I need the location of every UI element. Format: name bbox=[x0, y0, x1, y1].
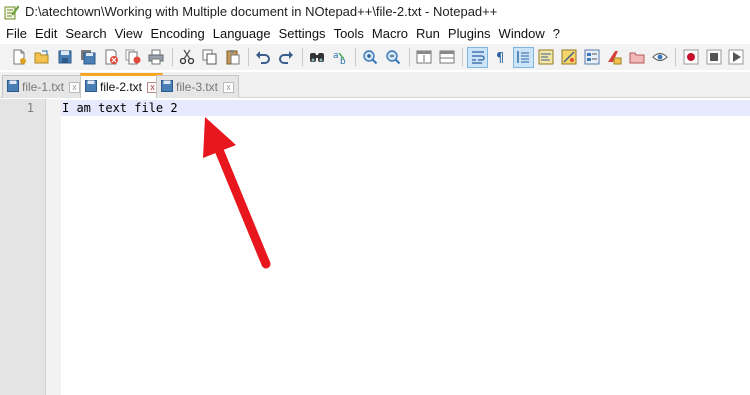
close-icon[interactable] bbox=[101, 48, 120, 67]
function-list-icon[interactable] bbox=[582, 48, 601, 67]
redo-icon[interactable] bbox=[277, 48, 296, 67]
window-title: D:\atechtown\Working with Multiple docum… bbox=[25, 4, 498, 19]
tab-label: file-3.txt bbox=[176, 80, 219, 94]
toolbar-separator bbox=[301, 48, 303, 66]
toolbar-separator bbox=[171, 48, 173, 66]
svg-text:a: a bbox=[333, 51, 339, 61]
menu-run[interactable]: Run bbox=[414, 26, 446, 41]
menu-search[interactable]: Search bbox=[63, 26, 112, 41]
menu-view[interactable]: View bbox=[113, 26, 149, 41]
toolbar: ab ¶ bbox=[0, 44, 750, 70]
menu-bar: File Edit Search View Encoding Language … bbox=[0, 23, 750, 44]
editor-text-line[interactable]: I am text file 2 bbox=[62, 101, 178, 115]
menu-encoding[interactable]: Encoding bbox=[149, 26, 211, 41]
tab-label: file-2.txt bbox=[100, 80, 143, 94]
tab-file-2[interactable]: file-2.txt x bbox=[80, 73, 164, 98]
eye-icon[interactable] bbox=[651, 48, 670, 67]
play-macro-icon[interactable] bbox=[727, 48, 746, 67]
menu-plugins[interactable]: Plugins bbox=[446, 26, 497, 41]
find-icon[interactable] bbox=[308, 48, 327, 67]
toolbar-separator bbox=[675, 48, 677, 66]
doc-map-icon[interactable] bbox=[559, 48, 578, 67]
close-all-icon[interactable] bbox=[124, 48, 143, 67]
tab-file-3[interactable]: file-3.txt x bbox=[156, 75, 240, 98]
replace-icon[interactable]: ab bbox=[330, 48, 349, 67]
tab-file-1[interactable]: file-1.txt x bbox=[2, 75, 86, 98]
menu-tools[interactable]: Tools bbox=[332, 26, 370, 41]
word-wrap-icon[interactable] bbox=[467, 46, 489, 68]
record-macro-icon[interactable] bbox=[681, 48, 700, 67]
zoom-in-icon[interactable] bbox=[361, 48, 380, 67]
save-all-icon[interactable] bbox=[78, 48, 97, 67]
paste-icon[interactable] bbox=[223, 48, 242, 67]
open-file-icon[interactable] bbox=[33, 48, 52, 67]
cut-icon[interactable] bbox=[178, 48, 197, 67]
save-icon bbox=[7, 79, 19, 95]
toolbar-separator bbox=[408, 48, 410, 66]
save-icon bbox=[161, 79, 173, 95]
print-icon[interactable] bbox=[147, 48, 166, 67]
menu-macro[interactable]: Macro bbox=[370, 26, 414, 41]
zoom-out-icon[interactable] bbox=[384, 48, 403, 67]
title-bar: D:\atechtown\Working with Multiple docum… bbox=[0, 0, 750, 23]
sync-vertical-icon[interactable] bbox=[415, 48, 434, 67]
svg-text:¶: ¶ bbox=[496, 51, 504, 65]
save-icon[interactable] bbox=[56, 48, 75, 67]
tab-bar: file-1.txt x file-2.txt x file-3.txt x bbox=[0, 72, 750, 98]
menu-window[interactable]: Window bbox=[497, 26, 551, 41]
language-icon[interactable] bbox=[537, 48, 556, 67]
show-all-chars-icon[interactable]: ¶ bbox=[491, 48, 510, 67]
save-icon bbox=[85, 79, 97, 95]
tab-label: file-1.txt bbox=[22, 80, 65, 94]
menu-help[interactable]: ? bbox=[551, 26, 566, 41]
folder-workspace-icon[interactable] bbox=[605, 48, 624, 67]
sync-horizontal-icon[interactable] bbox=[437, 48, 456, 67]
close-tab-icon[interactable]: x bbox=[69, 81, 81, 93]
undo-icon[interactable] bbox=[254, 48, 273, 67]
editor-area[interactable]: 1 I am text file 2 bbox=[0, 99, 750, 395]
indent-guide-icon[interactable] bbox=[512, 46, 534, 68]
menu-edit[interactable]: Edit bbox=[33, 26, 63, 41]
menu-language[interactable]: Language bbox=[211, 26, 277, 41]
toolbar-separator bbox=[462, 48, 464, 66]
line-number-gutter: 1 bbox=[0, 99, 46, 395]
close-tab-icon[interactable]: x bbox=[223, 81, 235, 93]
menu-settings[interactable]: Settings bbox=[277, 26, 332, 41]
line-number: 1 bbox=[26, 101, 34, 115]
toolbar-separator bbox=[247, 48, 249, 66]
stop-macro-icon[interactable] bbox=[704, 48, 723, 67]
notepad-plus-plus-icon bbox=[3, 4, 20, 20]
new-file-icon[interactable] bbox=[10, 48, 29, 67]
toolbar-separator bbox=[355, 48, 357, 66]
fold-margin[interactable] bbox=[46, 99, 61, 395]
menu-file[interactable]: File bbox=[4, 26, 33, 41]
copy-icon[interactable] bbox=[200, 48, 219, 67]
monitoring-icon[interactable] bbox=[628, 48, 647, 67]
